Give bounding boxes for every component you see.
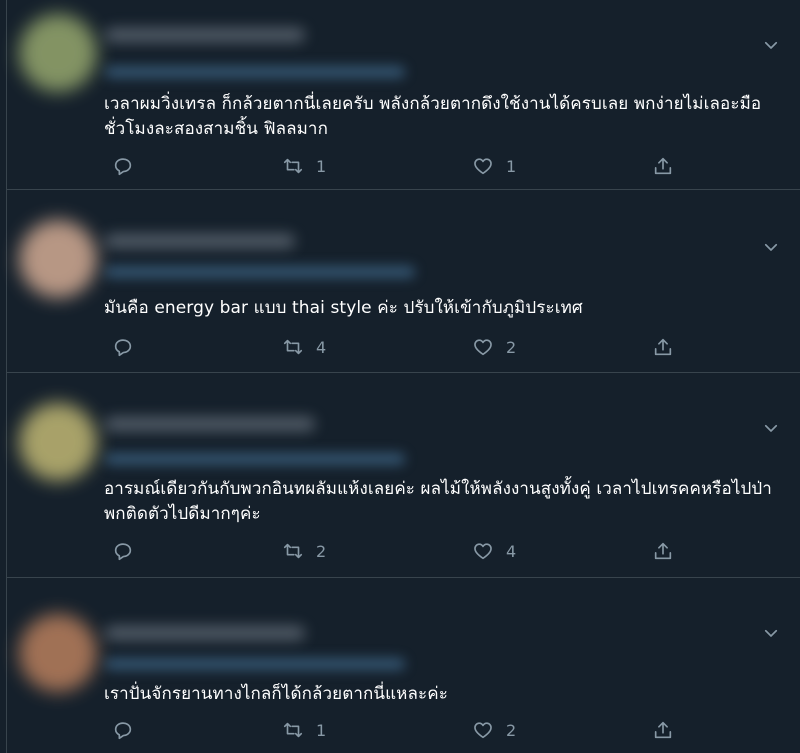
- tweet-text: อารมณ์เดียวกันกับพวกอินทผลัมแห้งเลยค่ะ ผ…: [104, 479, 772, 524]
- chevron-down-icon[interactable]: [762, 624, 780, 642]
- retweet-count: 1: [316, 720, 327, 740]
- share-icon: [652, 336, 674, 358]
- tweet-text: มันคือ energy bar แบบ thai style ค่ะ ปรั…: [104, 298, 583, 318]
- author-name-blurred: [105, 234, 295, 248]
- retweet-icon: [282, 336, 304, 358]
- tweet-actions: 4 2: [104, 335, 684, 359]
- share-icon: [652, 719, 674, 741]
- reply-button[interactable]: [112, 718, 146, 742]
- chevron-down-icon[interactable]: [762, 36, 780, 54]
- avatar[interactable]: [19, 14, 97, 92]
- tweet-actions: 1 2: [104, 718, 684, 742]
- tweet-card[interactable]: มันคือ energy bar แบบ thai style ค่ะ ปรั…: [7, 190, 800, 373]
- tweet-text: เวลาผมวิ่งเทรล ก็กล้วยตากนี่เลยครับ พลัง…: [104, 94, 762, 139]
- like-count: 2: [506, 720, 517, 740]
- reply-icon: [112, 719, 134, 741]
- author-name-blurred: [105, 626, 305, 640]
- share-icon: [652, 540, 674, 562]
- author-name-blurred: [105, 417, 315, 431]
- reply-button[interactable]: [112, 335, 146, 359]
- share-button[interactable]: [652, 154, 674, 178]
- reply-icon: [112, 336, 134, 358]
- like-button[interactable]: 1: [472, 154, 516, 178]
- avatar[interactable]: [19, 220, 97, 298]
- retweet-icon: [282, 540, 304, 562]
- avatar[interactable]: [19, 403, 97, 481]
- tweet-actions: 2 4: [104, 539, 684, 563]
- author-handle-blurred: [105, 66, 405, 78]
- share-button[interactable]: [652, 539, 674, 563]
- retweet-icon: [282, 719, 304, 741]
- retweet-count: 2: [316, 541, 327, 561]
- retweet-count: 4: [316, 337, 327, 357]
- share-button[interactable]: [652, 718, 674, 742]
- reply-icon: [112, 155, 134, 177]
- reply-button[interactable]: [112, 539, 146, 563]
- tweet-feed: เวลาผมวิ่งเทรล ก็กล้วยตากนี่เลยครับ พลัง…: [0, 0, 800, 753]
- heart-icon: [472, 540, 494, 562]
- chevron-down-icon[interactable]: [762, 419, 780, 437]
- author-handle-blurred: [105, 658, 405, 670]
- like-button[interactable]: 4: [472, 539, 516, 563]
- share-icon: [652, 155, 674, 177]
- tweet-actions: 1 1: [104, 154, 684, 178]
- retweet-icon: [282, 155, 304, 177]
- retweet-button[interactable]: 1: [282, 154, 326, 178]
- retweet-button[interactable]: 1: [282, 718, 326, 742]
- retweet-count: 1: [316, 156, 327, 176]
- heart-icon: [472, 155, 494, 177]
- reply-button[interactable]: [112, 154, 146, 178]
- like-count: 4: [506, 541, 517, 561]
- chevron-down-icon[interactable]: [762, 238, 780, 256]
- retweet-button[interactable]: 2: [282, 539, 326, 563]
- reply-icon: [112, 540, 134, 562]
- share-button[interactable]: [652, 335, 674, 359]
- tweet-card[interactable]: อารมณ์เดียวกันกับพวกอินทผลัมแห้งเลยค่ะ ผ…: [7, 373, 800, 578]
- like-button[interactable]: 2: [472, 718, 516, 742]
- author-name-blurred: [105, 28, 305, 42]
- heart-icon: [472, 336, 494, 358]
- retweet-button[interactable]: 4: [282, 335, 326, 359]
- like-count: 2: [506, 337, 517, 357]
- author-handle-blurred: [105, 453, 405, 465]
- tweet-text: เราปั่นจักรยานทางไกลก็ได้กล้วยตากนี่แหละ…: [104, 684, 448, 704]
- avatar[interactable]: [19, 614, 97, 692]
- author-handle-blurred: [105, 266, 415, 278]
- like-button[interactable]: 2: [472, 335, 516, 359]
- like-count: 1: [506, 156, 517, 176]
- tweet-card[interactable]: เวลาผมวิ่งเทรล ก็กล้วยตากนี่เลยครับ พลัง…: [7, 0, 800, 190]
- tweet-card[interactable]: เราปั่นจักรยานทางไกลก็ได้กล้วยตากนี่แหละ…: [7, 578, 800, 753]
- heart-icon: [472, 719, 494, 741]
